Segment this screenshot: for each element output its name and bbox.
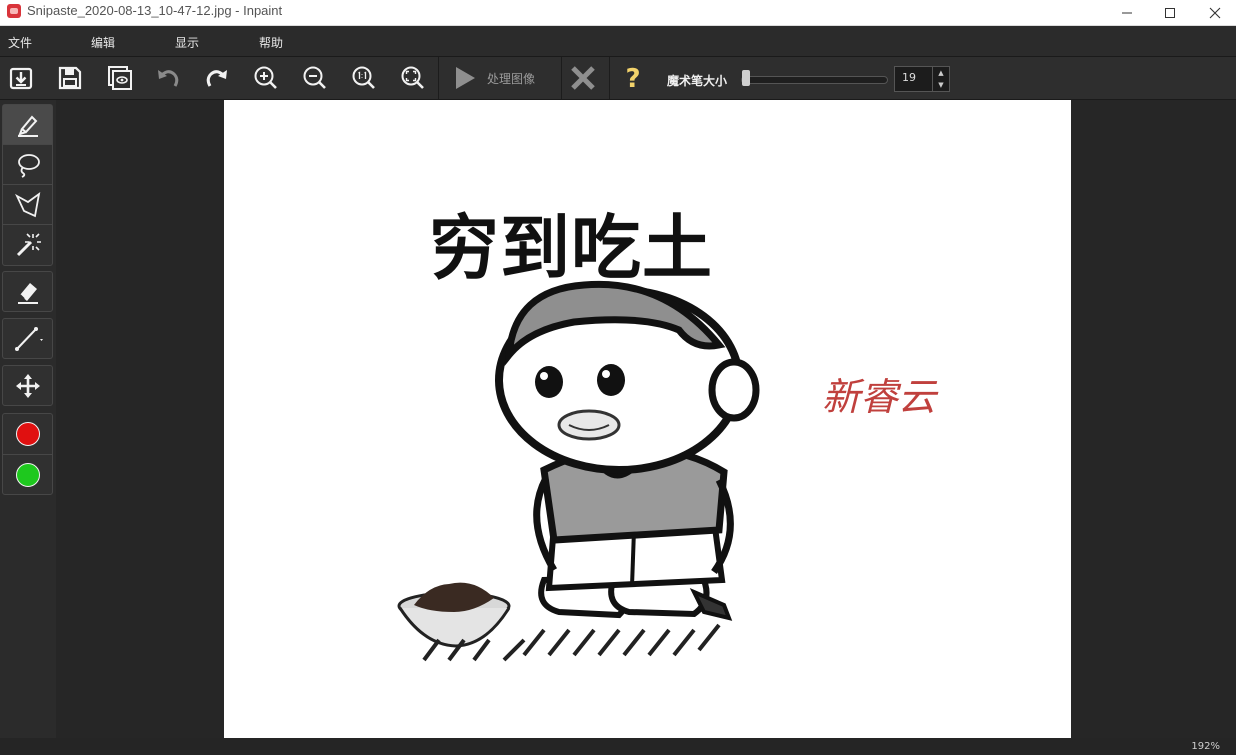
toolbar-separator bbox=[609, 57, 610, 99]
help-button[interactable]: ? bbox=[617, 62, 649, 94]
eraser-icon bbox=[17, 282, 38, 304]
zoom-fit-icon bbox=[401, 66, 424, 89]
red-dot-icon bbox=[15, 421, 40, 446]
zoom-fit-button[interactable] bbox=[397, 62, 429, 94]
open-button[interactable] bbox=[5, 62, 37, 94]
line-tool[interactable] bbox=[3, 319, 52, 358]
window-title: Snipaste_2020-08-13_10-47-12.jpg - Inpai… bbox=[27, 3, 283, 18]
menu-file[interactable]: 文件 bbox=[8, 34, 32, 51]
selection-tools-group bbox=[2, 104, 53, 266]
meme-illustration bbox=[397, 280, 760, 662]
magic-wand-tool[interactable] bbox=[3, 225, 52, 264]
green-dot-icon bbox=[15, 462, 40, 487]
zoom-in-icon bbox=[254, 66, 277, 89]
minimize-button[interactable] bbox=[1104, 0, 1150, 25]
remove-color-swatch[interactable] bbox=[3, 414, 52, 453]
toolbar-separator bbox=[561, 57, 562, 99]
minimize-icon bbox=[1122, 12, 1132, 13]
toolbar-separator bbox=[438, 57, 439, 99]
maximize-button[interactable] bbox=[1147, 0, 1193, 25]
menu-view[interactable]: 显示 bbox=[175, 34, 199, 51]
zoom-actual-icon bbox=[352, 66, 375, 89]
close-button[interactable] bbox=[1192, 0, 1236, 25]
svg-text:?: ? bbox=[625, 64, 640, 92]
line-tool-group bbox=[2, 318, 53, 359]
zoom-out-icon bbox=[303, 66, 326, 89]
eraser-tool[interactable] bbox=[3, 272, 52, 311]
zoom-level: 192% bbox=[1191, 741, 1220, 752]
redo-button[interactable] bbox=[201, 62, 233, 94]
preview-button[interactable] bbox=[104, 62, 136, 94]
brush-size-slider-handle[interactable] bbox=[742, 70, 750, 86]
open-icon bbox=[9, 67, 33, 90]
title-bar: Snipaste_2020-08-13_10-47-12.jpg - Inpai… bbox=[0, 0, 1236, 26]
clear-selection-button[interactable] bbox=[567, 62, 599, 94]
preview-icon bbox=[108, 66, 132, 90]
tool-panel bbox=[0, 100, 56, 755]
spin-up-icon[interactable]: ▲ bbox=[933, 67, 949, 79]
spin-arrows[interactable]: ▲ ▼ bbox=[932, 67, 949, 91]
brush-size-spinbox[interactable]: 19 ▲ ▼ bbox=[894, 66, 950, 92]
move-tool-group bbox=[2, 365, 53, 406]
move-icon bbox=[15, 373, 40, 398]
image-canvas[interactable]: 穷到吃土 新睿云 bbox=[224, 100, 1071, 738]
close-icon bbox=[1209, 7, 1221, 18]
zoom-actual-button[interactable] bbox=[348, 62, 380, 94]
toolbar: 处理图像 ? 魔术笔大小 bbox=[0, 57, 1236, 100]
line-icon bbox=[14, 326, 43, 351]
inpaint-app-icon bbox=[7, 4, 21, 18]
lasso-icon bbox=[17, 153, 40, 178]
magic-wand-icon bbox=[16, 232, 41, 256]
status-bar: 192% bbox=[0, 738, 1236, 755]
save-button[interactable] bbox=[54, 62, 86, 94]
maximize-icon bbox=[1165, 7, 1175, 18]
clear-icon bbox=[571, 66, 595, 90]
menu-bar: 文件 编辑 显示 帮助 bbox=[0, 26, 1236, 57]
brush-size-value: 19 bbox=[902, 71, 916, 84]
brush-size-slider[interactable] bbox=[741, 76, 888, 84]
color-tools-group bbox=[2, 413, 53, 495]
polygon-lasso-tool[interactable] bbox=[3, 185, 52, 224]
marker-tool[interactable] bbox=[3, 105, 52, 144]
process-image-button[interactable]: 处理图像 bbox=[441, 61, 563, 95]
undo-button[interactable] bbox=[152, 62, 184, 94]
zoom-out-button[interactable] bbox=[299, 62, 331, 94]
save-icon bbox=[58, 66, 82, 90]
marker-icon bbox=[17, 115, 38, 137]
play-icon bbox=[456, 67, 475, 89]
brush-size-label: 魔术笔大小 bbox=[667, 74, 728, 88]
watermark-text: 新睿云 bbox=[822, 375, 937, 419]
process-image-label: 处理图像 bbox=[487, 71, 536, 86]
help-icon: ? bbox=[625, 64, 640, 92]
lasso-tool[interactable] bbox=[3, 145, 52, 184]
redo-icon bbox=[206, 70, 227, 87]
eraser-tool-group bbox=[2, 271, 53, 312]
polygon-lasso-icon bbox=[14, 191, 40, 217]
undo-icon bbox=[158, 70, 179, 87]
spin-down-icon[interactable]: ▼ bbox=[933, 79, 949, 91]
menu-edit[interactable]: 编辑 bbox=[91, 34, 115, 51]
zoom-in-button[interactable] bbox=[250, 62, 282, 94]
menu-help[interactable]: 帮助 bbox=[259, 34, 283, 51]
move-tool[interactable] bbox=[3, 366, 52, 405]
keep-color-swatch[interactable] bbox=[3, 455, 52, 494]
